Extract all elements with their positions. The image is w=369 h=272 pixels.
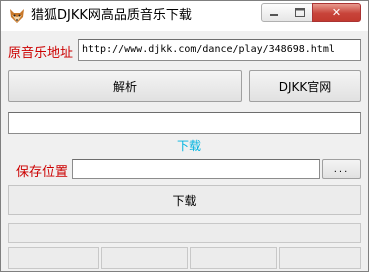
download-button[interactable]: 下载 (8, 185, 361, 215)
status-cell-3 (190, 247, 277, 269)
close-icon: ✕ (331, 6, 342, 19)
status-cell-2 (101, 247, 188, 269)
download-link[interactable]: 下载 (177, 137, 201, 154)
status-bar (8, 223, 361, 243)
save-location-input[interactable] (72, 159, 320, 179)
parse-button[interactable]: 解析 (8, 70, 242, 102)
window-title: 猎狐DJKK网高品质音乐下载 (31, 8, 192, 23)
maximize-button[interactable] (287, 3, 313, 22)
source-url-input[interactable]: http://www.djkk.com/dance/play/348698.ht… (78, 39, 361, 61)
minimize-icon (270, 13, 278, 16)
close-button[interactable]: ✕ (312, 3, 361, 22)
result-input[interactable] (8, 112, 361, 134)
status-cell-1 (8, 247, 99, 269)
fox-app-icon (10, 9, 24, 23)
status-cell-4 (279, 247, 361, 269)
source-url-label: 原音乐地址 (8, 46, 74, 61)
browse-button[interactable]: ... (322, 159, 361, 179)
main-window: 猎狐DJKK网高品质音乐下载 ✕ 原音乐地址 http://www.djkk.c… (0, 0, 369, 272)
save-location-label: 保存位置 (16, 165, 69, 180)
title-bar[interactable]: 猎狐DJKK网高品质音乐下载 ✕ (1, 1, 368, 31)
djkk-site-button[interactable]: DJKK官网 (249, 70, 361, 102)
maximize-icon (294, 8, 305, 17)
minimize-button[interactable] (261, 3, 288, 22)
